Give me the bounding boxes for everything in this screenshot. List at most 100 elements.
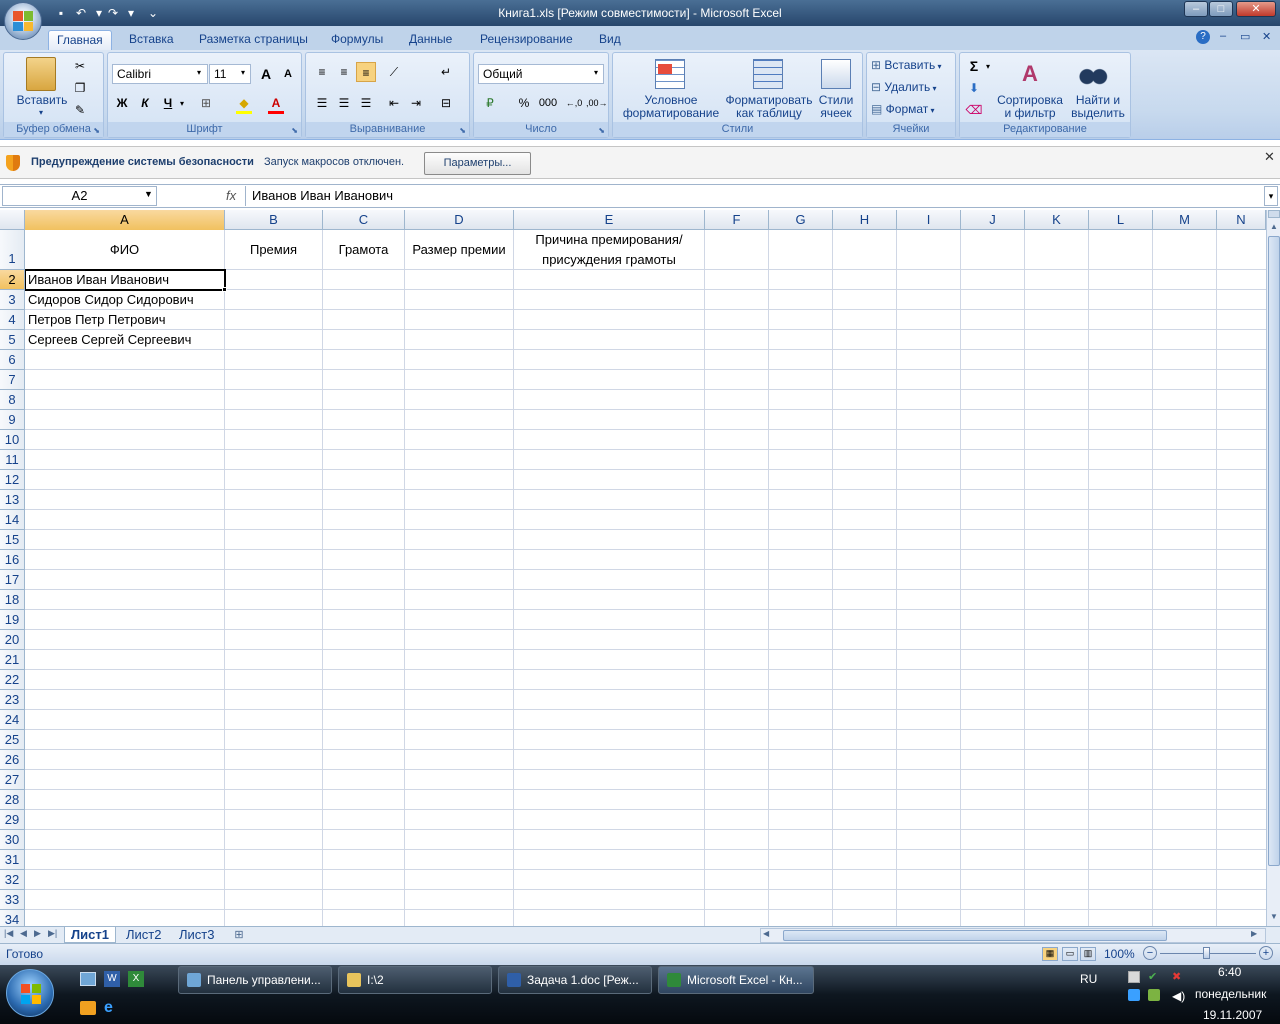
ribbon-restore-icon[interactable]: ▭ [1240, 30, 1250, 43]
row-header-3[interactable]: 3 [0, 290, 25, 310]
cell-c1[interactable]: Грамота [323, 240, 404, 260]
formula-input[interactable]: Иванов Иван Иванович [245, 186, 1263, 206]
taskbar-item-excel[interactable]: Microsoft Excel - Кн... [658, 966, 814, 994]
tab-view[interactable]: Вид [591, 30, 629, 50]
shrink-font-icon[interactable]: A [278, 64, 298, 84]
align-bottom-icon[interactable]: ≡ [356, 62, 376, 82]
row-header-30[interactable]: 30 [0, 830, 25, 850]
clock-time[interactable]: 6:40 [1218, 965, 1241, 979]
number-format-dropdown-icon[interactable]: ▾ [594, 68, 598, 77]
zoom-slider-thumb[interactable] [1203, 947, 1210, 959]
scroll-right-icon[interactable]: ▶ [1251, 929, 1257, 938]
fx-button[interactable]: fx [226, 188, 236, 203]
row-header-14[interactable]: 14 [0, 510, 25, 530]
save-icon[interactable]: ▪ [52, 4, 70, 22]
taskbar-item-control-panel[interactable]: Панель управлени... [178, 966, 332, 994]
tab-formulas[interactable]: Формулы [323, 30, 391, 50]
row-header-25[interactable]: 25 [0, 730, 25, 750]
redo-dropdown-icon[interactable]: ▾ [122, 4, 140, 22]
help-icon[interactable]: ? [1196, 30, 1210, 44]
row-header-7[interactable]: 7 [0, 370, 25, 390]
sheet-tab-3[interactable]: Лист3 [173, 927, 220, 943]
zoom-level[interactable]: 100% [1104, 947, 1135, 961]
autosum-dropdown-icon[interactable]: ▾ [986, 62, 990, 71]
row-header-18[interactable]: 18 [0, 590, 25, 610]
paste-dropdown-icon[interactable]: ▾ [39, 108, 43, 117]
column-header-d[interactable]: D [405, 210, 514, 230]
column-header-k[interactable]: K [1025, 210, 1089, 230]
scroll-left-icon[interactable]: ◀ [763, 929, 769, 938]
row-header-1[interactable]: 1 [0, 230, 25, 270]
close-button[interactable]: ✕ [1236, 1, 1276, 17]
cell-styles-button[interactable]: Стили ячеек [813, 94, 859, 120]
format-cells-button[interactable]: ▤ Формат ▾ [871, 103, 953, 117]
customize-quick-access-icon[interactable]: ⌄ [144, 4, 162, 22]
column-header-j[interactable]: J [961, 210, 1025, 230]
normal-view-icon[interactable]: ▦ [1042, 947, 1058, 961]
font-color-icon[interactable]: A [266, 93, 286, 113]
paste-button[interactable]: Вставить [10, 94, 74, 107]
row-header-34[interactable]: 34 [0, 910, 25, 926]
sheet-tab-1[interactable]: Лист1 [64, 927, 116, 943]
sheet-tab-2[interactable]: Лист2 [120, 927, 167, 943]
taskbar-item-folder[interactable]: I:\2 [338, 966, 492, 994]
tray-safely-remove-icon[interactable]: ✔ [1148, 971, 1160, 983]
fill-handle[interactable] [222, 287, 227, 292]
row-header-23[interactable]: 23 [0, 690, 25, 710]
row-header-26[interactable]: 26 [0, 750, 25, 770]
row-header-11[interactable]: 11 [0, 450, 25, 470]
column-header-e[interactable]: E [514, 210, 705, 230]
row-header-4[interactable]: 4 [0, 310, 25, 330]
page-layout-view-icon[interactable]: ▭ [1062, 947, 1078, 961]
row-header-33[interactable]: 33 [0, 890, 25, 910]
find-select-button[interactable]: Найти и выделить [1068, 94, 1128, 120]
select-all-corner[interactable] [0, 210, 25, 230]
alignment-launcher-icon[interactable]: ⬊ [459, 126, 466, 135]
align-top-icon[interactable]: ≡ [312, 62, 332, 82]
page-break-view-icon[interactable]: ▥ [1080, 947, 1096, 961]
row-header-19[interactable]: 19 [0, 610, 25, 630]
vertical-scrollbar[interactable]: ▲ ▼ [1266, 210, 1280, 926]
orientation-icon[interactable]: ⟋ [384, 62, 404, 82]
row-header-15[interactable]: 15 [0, 530, 25, 550]
row-header-9[interactable]: 9 [0, 410, 25, 430]
cell-b1[interactable]: Премия [225, 240, 322, 260]
minimize-button[interactable]: – [1184, 1, 1208, 17]
column-header-c[interactable]: C [323, 210, 405, 230]
increase-indent-icon[interactable]: ⇥ [406, 93, 426, 113]
sort-filter-button[interactable]: Сортировка и фильтр [994, 94, 1066, 120]
tab-page-layout[interactable]: Разметка страницы [191, 30, 316, 50]
first-sheet-icon[interactable]: |◀ [4, 928, 13, 939]
format-cells-dropdown-icon[interactable]: ▾ [928, 106, 935, 115]
maximize-button[interactable]: □ [1209, 1, 1233, 17]
cell-a1[interactable]: ФИО [25, 240, 224, 260]
tab-home[interactable]: Главная [48, 30, 112, 50]
cell-a4[interactable]: Петров Петр Петрович [28, 310, 166, 330]
font-size-dropdown-icon[interactable]: ▾ [241, 68, 245, 77]
cell-a3[interactable]: Сидоров Сидор Сидорович [28, 290, 194, 310]
show-desktop-icon[interactable] [80, 972, 96, 986]
zoom-out-icon[interactable]: − [1143, 946, 1157, 960]
name-box[interactable]: A2 [2, 186, 157, 206]
start-button[interactable] [6, 969, 54, 1017]
copy-icon[interactable]: ❐ [70, 78, 90, 98]
undo-icon[interactable]: ↶ [72, 4, 90, 22]
align-center-icon[interactable]: ☰ [334, 93, 354, 113]
ribbon-minimize-icon[interactable]: – [1220, 30, 1226, 42]
expand-formula-bar-icon[interactable]: ▾ [1264, 186, 1278, 206]
security-close-icon[interactable]: ✕ [1264, 149, 1275, 165]
wrap-text-icon[interactable]: ↵ [436, 62, 456, 82]
increase-decimal-icon[interactable]: ←,0 [564, 93, 584, 113]
clipboard-launcher-icon[interactable]: ⬊ [93, 126, 100, 135]
scroll-down-icon[interactable]: ▼ [1268, 910, 1280, 924]
decrease-decimal-icon[interactable]: ,00→ [586, 93, 608, 113]
tray-network-icon[interactable] [1128, 971, 1140, 983]
column-header-m[interactable]: M [1153, 210, 1217, 230]
borders-icon[interactable]: ⊞ [196, 93, 216, 113]
align-right-icon[interactable]: ☰ [356, 93, 376, 113]
number-format-select[interactable]: Общий [478, 64, 604, 84]
format-as-table-button[interactable]: Форматировать как таблицу [723, 94, 815, 120]
horizontal-scroll-thumb[interactable] [783, 930, 1167, 941]
zoom-in-icon[interactable]: + [1259, 946, 1273, 960]
ribbon-close-icon[interactable]: ✕ [1262, 30, 1271, 43]
